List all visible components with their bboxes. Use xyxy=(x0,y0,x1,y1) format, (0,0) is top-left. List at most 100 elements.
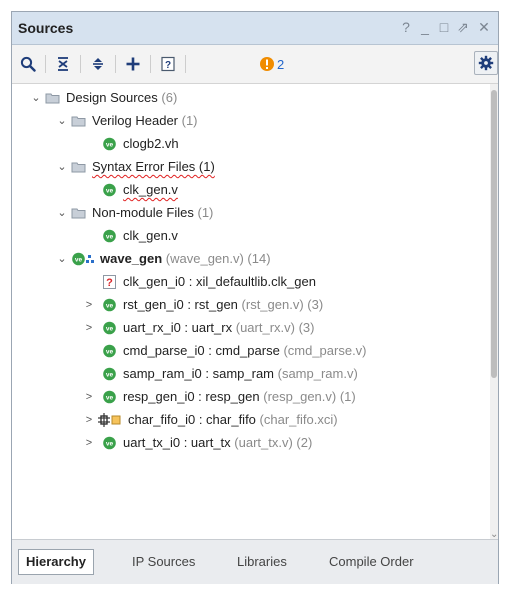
tree-item-label: Syntax Error Files (1) xyxy=(92,159,215,174)
verilog-file-icon: ve xyxy=(103,298,116,312)
verilog-file-icon: ve xyxy=(103,436,116,450)
tree-row-non-module-files[interactable]: ⌄ Non-module Files (1) xyxy=(12,202,482,224)
folder-icon xyxy=(71,162,86,173)
tree-row-uart-tx[interactable]: > ve uart_tx_i0 : uart_tx (uart_tx.v) (2… xyxy=(12,432,482,454)
tree-item-detail: (wave_gen.v) (14) xyxy=(165,251,271,266)
tree-item-detail: (samp_ram.v) xyxy=(277,366,358,381)
verilog-file-icon: ve xyxy=(103,344,116,358)
chevron-right-icon[interactable]: > xyxy=(83,409,95,431)
svg-text:ve: ve xyxy=(106,326,114,333)
tab-hierarchy[interactable]: Hierarchy xyxy=(18,549,94,575)
tree-row-wave-gen[interactable]: ⌄ ve wave_gen (wave_gen.v) (14) xyxy=(12,248,482,270)
minimize-button[interactable]: _ xyxy=(417,19,433,35)
bottom-tab-bar: Hierarchy IP Sources Libraries Compile O… xyxy=(12,539,498,584)
tab-libraries[interactable]: Libraries xyxy=(230,549,294,575)
svg-text:?: ? xyxy=(106,277,113,289)
collapse-all-button[interactable] xyxy=(52,53,74,75)
help-button[interactable]: ? xyxy=(398,19,414,35)
tree-item-detail: (resp_gen.v) (1) xyxy=(263,389,356,404)
toolbar: ? 2 xyxy=(12,45,498,84)
tree-row-clogb2[interactable]: ve clogb2.vh xyxy=(12,133,482,155)
search-icon xyxy=(20,56,36,72)
tree-item-detail: (1) xyxy=(181,113,198,128)
tree-row-clk-gen-error[interactable]: ve clk_gen.v xyxy=(12,179,482,201)
svg-text:ve: ve xyxy=(106,349,114,356)
toolbar-separator xyxy=(115,55,116,73)
vertical-scrollbar[interactable] xyxy=(490,84,498,539)
tab-compile-order[interactable]: Compile Order xyxy=(322,549,421,575)
chevron-right-icon[interactable]: > xyxy=(83,294,95,316)
toolbar-separator xyxy=(185,55,186,73)
chevron-down-icon[interactable]: ⌄ xyxy=(56,202,68,224)
hierarchy-update-button[interactable]: ? xyxy=(157,53,179,75)
tree-item-label: clk_gen.v xyxy=(123,182,178,197)
add-icon xyxy=(126,57,140,71)
svg-text:?: ? xyxy=(165,60,171,71)
tree-row-resp-gen[interactable]: > ve resp_gen_i0 : resp_gen (resp_gen.v)… xyxy=(12,386,482,408)
folder-icon xyxy=(45,93,60,104)
top-module-icon: ve xyxy=(72,252,94,266)
expand-all-icon xyxy=(93,58,103,70)
tree-row-design-sources[interactable]: ⌄ Design Sources (6) xyxy=(12,87,482,109)
tree-row-clk-gen-i0[interactable]: ? clk_gen_i0 : xil_defaultlib.clk_gen xyxy=(12,271,482,293)
chevron-down-icon[interactable]: ⌄ xyxy=(56,110,68,132)
scrollbar-thumb[interactable] xyxy=(491,90,497,378)
chevron-down-icon[interactable]: ⌄ xyxy=(56,156,68,178)
expand-all-button[interactable] xyxy=(87,53,109,75)
tree-item-label: uart_tx_i0 : uart_tx xyxy=(123,435,231,450)
chevron-right-icon[interactable]: > xyxy=(83,386,95,408)
svg-text:ve: ve xyxy=(75,257,83,264)
panel-title: Sources xyxy=(18,20,74,36)
gear-icon xyxy=(478,55,494,71)
title-bar: Sources ? _ □ ⇗ ✕ xyxy=(12,12,498,45)
tree-row-cmd-parse[interactable]: ve cmd_parse_i0 : cmd_parse (cmd_parse.v… xyxy=(12,340,482,362)
source-tree: ⌄ Design Sources (6) ⌄ Verilog Header (1… xyxy=(12,84,492,539)
verilog-file-icon: ve xyxy=(103,390,116,404)
chevron-down-icon[interactable]: ⌄ xyxy=(30,87,42,109)
warning-count: 2 xyxy=(277,57,285,72)
verilog-file-icon: ve xyxy=(103,137,116,151)
tree-row-verilog-header[interactable]: ⌄ Verilog Header (1) xyxy=(12,110,482,132)
hierarchy-update-icon: ? xyxy=(161,56,175,72)
tree-row-samp-ram[interactable]: ve samp_ram_i0 : samp_ram (samp_ram.v) xyxy=(12,363,482,385)
chevron-right-icon[interactable]: > xyxy=(83,317,95,339)
tree-item-detail: (cmd_parse.v) xyxy=(283,343,367,358)
tree-item-label: samp_ram_i0 : samp_ram xyxy=(123,366,274,381)
svg-text:ve: ve xyxy=(106,234,114,241)
warning-button[interactable] xyxy=(256,53,278,75)
tree-item-detail: (1) xyxy=(197,205,214,220)
svg-text:ve: ve xyxy=(106,142,114,149)
verilog-file-icon: ve xyxy=(103,367,116,381)
verilog-file-icon: ve xyxy=(103,321,116,335)
tree-item-label: Non-module Files xyxy=(92,205,194,220)
svg-text:ve: ve xyxy=(106,395,114,402)
toolbar-separator xyxy=(150,55,151,73)
folder-icon xyxy=(71,208,86,219)
tree-item-label: resp_gen_i0 : resp_gen xyxy=(123,389,260,404)
tree-row-char-fifo[interactable]: > char_fifo_i0 : char_fifo (char_fifo.xc… xyxy=(12,409,482,431)
svg-text:ve: ve xyxy=(106,303,114,310)
chevron-down-icon[interactable]: ⌄ xyxy=(56,248,68,270)
add-sources-button[interactable] xyxy=(122,53,144,75)
chevron-right-icon[interactable]: > xyxy=(83,432,95,454)
tree-item-detail: (uart_rx.v) (3) xyxy=(235,320,315,335)
verilog-file-icon: ve xyxy=(103,229,116,243)
search-button[interactable] xyxy=(17,53,39,75)
tree-item-label: clk_gen_i0 : xil_defaultlib.clk_gen xyxy=(123,274,316,289)
tree-item-detail: (6) xyxy=(161,90,178,105)
verilog-file-icon: ve xyxy=(103,183,116,197)
tree-row-syntax-error-files[interactable]: ⌄ Syntax Error Files (1) xyxy=(12,156,482,178)
tree-item-label: clogb2.vh xyxy=(123,136,179,151)
tree-item-label: wave_gen xyxy=(100,251,163,266)
tree-row-rst-gen[interactable]: > ve rst_gen_i0 : rst_gen (rst_gen.v) (3… xyxy=(12,294,482,316)
scroll-down-arrow-icon[interactable]: ⌄ xyxy=(490,530,498,540)
tab-ip-sources[interactable]: IP Sources xyxy=(125,549,202,575)
float-button[interactable]: ⇗ xyxy=(455,19,471,35)
maximize-button[interactable]: □ xyxy=(436,19,452,35)
close-button[interactable]: ✕ xyxy=(476,19,492,35)
settings-button[interactable] xyxy=(474,51,498,75)
svg-text:ve: ve xyxy=(106,372,114,379)
tree-row-uart-rx[interactable]: > ve uart_rx_i0 : uart_rx (uart_rx.v) (3… xyxy=(12,317,482,339)
tree-row-clk-gen[interactable]: ve clk_gen.v xyxy=(12,225,482,247)
tree-item-label: Verilog Header xyxy=(92,113,178,128)
